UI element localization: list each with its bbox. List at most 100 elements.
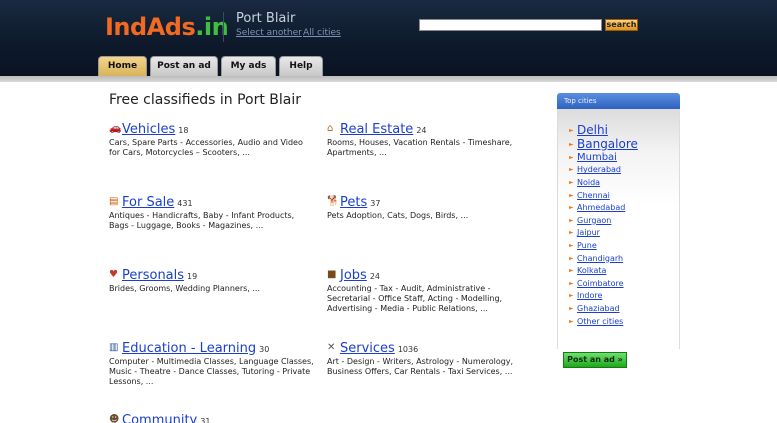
category-link-education-learning[interactable]: Education - Learning xyxy=(122,341,256,356)
city-link-other-cities[interactable]: Other cities xyxy=(577,317,623,326)
city-link-bangalore[interactable]: Bangalore xyxy=(577,137,638,151)
tab-post-an-ad[interactable]: Post an ad xyxy=(150,56,218,76)
arrow-right-icon: ► xyxy=(569,166,574,174)
category-description: Brides, Grooms, Wedding Planners, ... xyxy=(109,284,261,293)
city-link-chennai[interactable]: Chennai xyxy=(577,191,610,200)
search-input[interactable] xyxy=(419,19,602,31)
category-description: Pets Adoption, Cats, Dogs, Birds, ... xyxy=(327,211,469,220)
city-link-chandigarh[interactable]: Chandigarh xyxy=(577,254,623,263)
category-count: 24 xyxy=(369,272,380,281)
house-icon: ⌂ xyxy=(327,123,334,134)
category-services: ✕ Services 1036 Art - Design - Writers, … xyxy=(327,340,527,377)
select-another-city-link[interactable]: Select another xyxy=(236,28,302,38)
site-logo[interactable]: IndAds.in xyxy=(105,13,229,41)
city-item: ► Noida xyxy=(558,176,679,189)
heart-icon: ♥ xyxy=(109,269,118,280)
city-item: ► Ghaziabad xyxy=(558,302,679,315)
category-vehicles: 🚗 Vehicles 18 Cars, Spare Parts - Access… xyxy=(109,121,314,158)
category-count: 31 xyxy=(200,417,211,423)
arrow-right-icon: ► xyxy=(569,153,574,161)
category-for-sale: ▤ For Sale 431 Antiques - Handicrafts, B… xyxy=(109,194,314,231)
category-count: 37 xyxy=(370,199,381,208)
category-link-for-sale[interactable]: For Sale xyxy=(122,195,174,210)
category-link-jobs[interactable]: Jobs xyxy=(340,268,367,283)
arrow-right-icon: ► xyxy=(569,267,574,275)
header-divider xyxy=(223,12,224,42)
arrow-right-icon: ► xyxy=(569,204,574,212)
tab-home[interactable]: Home xyxy=(98,56,147,76)
search-button[interactable]: search xyxy=(605,19,638,31)
arrow-right-icon: ► xyxy=(569,292,574,300)
city-item: ► Indore xyxy=(558,290,679,303)
city-link-hyderabad[interactable]: Hyderabad xyxy=(577,165,621,174)
category-description: Rooms, Houses, Vacation Rentals - Timesh… xyxy=(327,138,513,157)
arrow-right-icon: ► xyxy=(569,304,574,312)
city-link-mumbai[interactable]: Mumbai xyxy=(577,152,617,163)
city-item: ► Chennai xyxy=(558,189,679,202)
city-link-ghaziabad[interactable]: Ghaziabad xyxy=(577,304,620,313)
category-link-pets[interactable]: Pets xyxy=(340,195,367,210)
top-cities-list: ► Delhi ► Bangalore ► Mumbai ► Hyderabad ► No… xyxy=(557,109,680,349)
page-title: Free classifieds in Port Blair xyxy=(109,92,302,108)
category-personals: ♥ Personals 19 Brides, Grooms, Wedding P… xyxy=(109,267,314,294)
tab-bar xyxy=(0,76,777,82)
logo-text-primary: IndAds xyxy=(105,13,196,41)
arrow-right-icon: ► xyxy=(569,254,574,262)
city-item: ► Chandigarh xyxy=(558,252,679,265)
category-link-vehicles[interactable]: Vehicles xyxy=(122,122,175,137)
category-description: Antiques - Handicrafts, Baby - Infant Pr… xyxy=(109,211,295,230)
category-description: Accounting - Tax - Audit, Administrative… xyxy=(327,284,503,313)
arrow-right-icon: ► xyxy=(569,178,574,186)
city-item: ► Coimbatore xyxy=(558,277,679,290)
category-count: 24 xyxy=(416,126,427,135)
arrow-right-icon: ► xyxy=(569,241,574,249)
car-icon: 🚗 xyxy=(109,123,122,134)
people-icon: ☻ xyxy=(109,414,120,423)
city-item: ► Gurgaon xyxy=(558,214,679,227)
tab-help[interactable]: Help xyxy=(279,56,323,76)
category-count: 431 xyxy=(177,199,193,208)
category-education-learning: ▥ Education - Learning 30 Computer - Mul… xyxy=(109,340,314,387)
city-item: ► Mumbai xyxy=(558,151,679,164)
city-link-gurgaon[interactable]: Gurgaon xyxy=(577,216,611,225)
city-item: ► Delhi xyxy=(558,123,679,137)
briefcase-icon: ■ xyxy=(327,269,337,280)
city-link-kolkata[interactable]: Kolkata xyxy=(577,266,606,275)
current-city: Port Blair xyxy=(236,11,296,26)
city-item: ► Jaipur xyxy=(558,227,679,240)
category-description: Art - Design - Writers, Astrology - Nume… xyxy=(327,357,514,376)
city-item: ► Kolkata xyxy=(558,264,679,277)
category-link-personals[interactable]: Personals xyxy=(122,268,184,283)
post-ad-button[interactable]: Post an ad » xyxy=(563,352,627,368)
city-link-indore[interactable]: Indore xyxy=(577,291,602,300)
category-link-community[interactable]: Community xyxy=(122,413,197,423)
city-link-noida[interactable]: Noida xyxy=(577,178,600,187)
city-link-coimbatore[interactable]: Coimbatore xyxy=(577,279,624,288)
category-count: 19 xyxy=(187,272,198,281)
category-link-services[interactable]: Services xyxy=(340,341,395,356)
all-cities-link[interactable]: All cities xyxy=(303,28,341,38)
city-link-ahmedabad[interactable]: Ahmedabad xyxy=(577,203,625,212)
book-icon: ▥ xyxy=(109,342,119,353)
city-link-pune[interactable]: Pune xyxy=(577,241,597,250)
category-link-real-estate[interactable]: Real Estate xyxy=(340,122,413,137)
category-count: 18 xyxy=(178,126,189,135)
category-pets: 🐕 Pets 37 Pets Adoption, Cats, Dogs, Bir… xyxy=(327,194,527,221)
arrow-right-icon: ► xyxy=(569,216,574,224)
dog-icon: 🐕 xyxy=(327,196,340,207)
city-item: ► Pune xyxy=(558,239,679,252)
category-jobs: ■ Jobs 24 Accounting - Tax - Audit, Admi… xyxy=(327,267,522,314)
category-count: 1036 xyxy=(397,345,419,354)
arrow-right-icon: ► xyxy=(569,279,574,287)
sale-icon: ▤ xyxy=(109,196,119,207)
city-link-delhi[interactable]: Delhi xyxy=(577,123,608,137)
arrow-right-icon: ► xyxy=(569,229,574,237)
arrow-right-icon: ► xyxy=(569,317,574,325)
arrow-right-icon: ► xyxy=(569,126,574,134)
category-description: Cars, Spare Parts - Accessories, Audio a… xyxy=(109,138,303,157)
city-item: ► Ahmedabad xyxy=(558,201,679,214)
city-link-jaipur[interactable]: Jaipur xyxy=(577,228,600,237)
top-cities-header: Top cities xyxy=(557,93,680,109)
tab-my-ads[interactable]: My ads xyxy=(221,56,276,76)
category-community: ☻ Community 31 xyxy=(109,412,314,423)
